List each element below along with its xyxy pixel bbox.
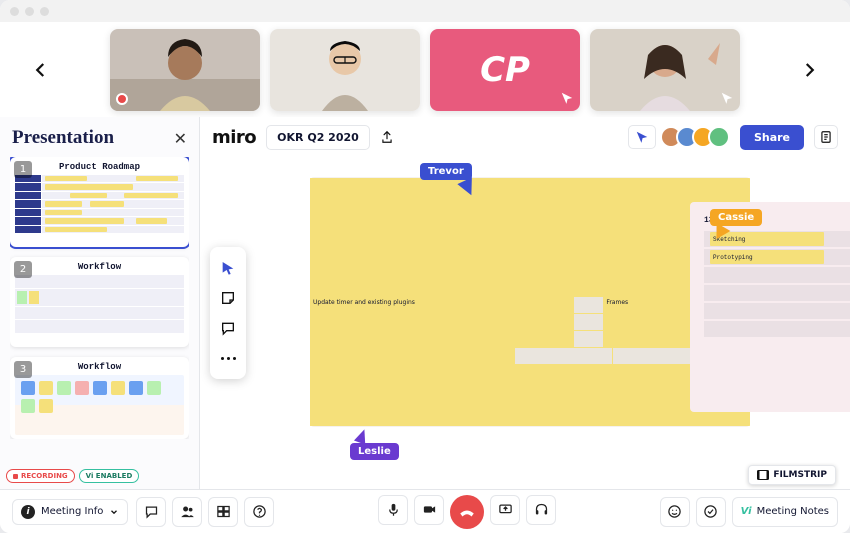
board-topbar: miro OKR Q2 2020 Share [200,117,850,157]
camera-button[interactable] [414,495,444,525]
help-button[interactable] [244,497,274,527]
slide-thumbnail[interactable]: 1 Product Roadmap [10,157,189,247]
upload-icon[interactable] [380,130,394,144]
share-button[interactable]: Share [740,125,804,150]
slide-title: Workflow [15,262,184,272]
slide-thumbnail[interactable]: 3 Workflow [10,357,189,439]
tasks-button[interactable] [696,497,726,527]
collaborator-avatars[interactable] [666,126,730,148]
slide-number: 3 [14,361,32,378]
remote-cursor-leslie: Leslie [350,429,399,460]
recording-badge: RECORDING [6,469,75,483]
video-tile[interactable] [110,29,260,111]
cursor-icon [720,91,734,105]
remote-cursor-trevor: Trevor [420,163,476,196]
reactions-button[interactable] [660,497,690,527]
hangup-button[interactable] [450,495,484,529]
cursor-follow-button[interactable] [628,125,656,149]
activity-icon[interactable] [814,125,838,149]
traffic-light[interactable] [25,7,34,16]
roadmap-frame[interactable]: Product Roadmap UX teamCassieTrevorJules… [310,177,750,427]
info-icon: i [21,505,35,519]
video-tile[interactable] [270,29,420,111]
slide-thumbnail[interactable]: 2 Workflow [10,257,189,347]
participant-initials: CP [480,50,530,90]
cursor-icon [560,91,574,105]
chat-button[interactable] [136,497,166,527]
share-screen-button[interactable] [490,495,520,525]
filmstrip-button[interactable]: FILMSTRIP [748,465,836,485]
recording-indicator-icon [116,93,128,105]
vi-enabled-badge: Vi ENABLED [79,469,140,483]
presentation-sidebar: Presentation ✕ 1 Product Roadmap [0,117,200,489]
meeting-controls-bar: i Meeting Info Vi Meeting Notes [0,489,850,533]
layout-button[interactable] [208,497,238,527]
participant-video-strip: CP [0,22,850,117]
remote-cursor-cassie: Cassie [710,209,762,240]
mic-button[interactable] [378,495,408,525]
close-sidebar-button[interactable]: ✕ [174,129,187,148]
macos-titlebar [0,0,850,22]
sidebar-title: Presentation [12,127,114,149]
meeting-info-button[interactable]: i Meeting Info [12,499,128,525]
slide-number: 2 [14,261,32,278]
next-participants-button[interactable] [798,59,820,81]
video-tile-initials[interactable]: CP [430,29,580,111]
board-canvas-area: miro OKR Q2 2020 Share [200,117,850,489]
board-canvas[interactable]: Product Roadmap UX teamCassieTrevorJules… [200,157,850,489]
slide-title: Workflow [15,362,184,372]
traffic-light[interactable] [40,7,49,16]
video-tile[interactable] [590,29,740,111]
board-name-button[interactable]: OKR Q2 2020 [266,125,370,150]
slide-number: 1 [14,161,32,178]
chevron-down-icon [109,507,119,517]
slide-title: Product Roadmap [15,162,184,172]
meeting-notes-button[interactable]: Vi Meeting Notes [732,497,838,527]
prev-participants-button[interactable] [30,59,52,81]
participants-button[interactable] [172,497,202,527]
headphones-button[interactable] [526,495,556,525]
miro-logo[interactable]: miro [212,127,256,148]
traffic-light[interactable] [10,7,19,16]
